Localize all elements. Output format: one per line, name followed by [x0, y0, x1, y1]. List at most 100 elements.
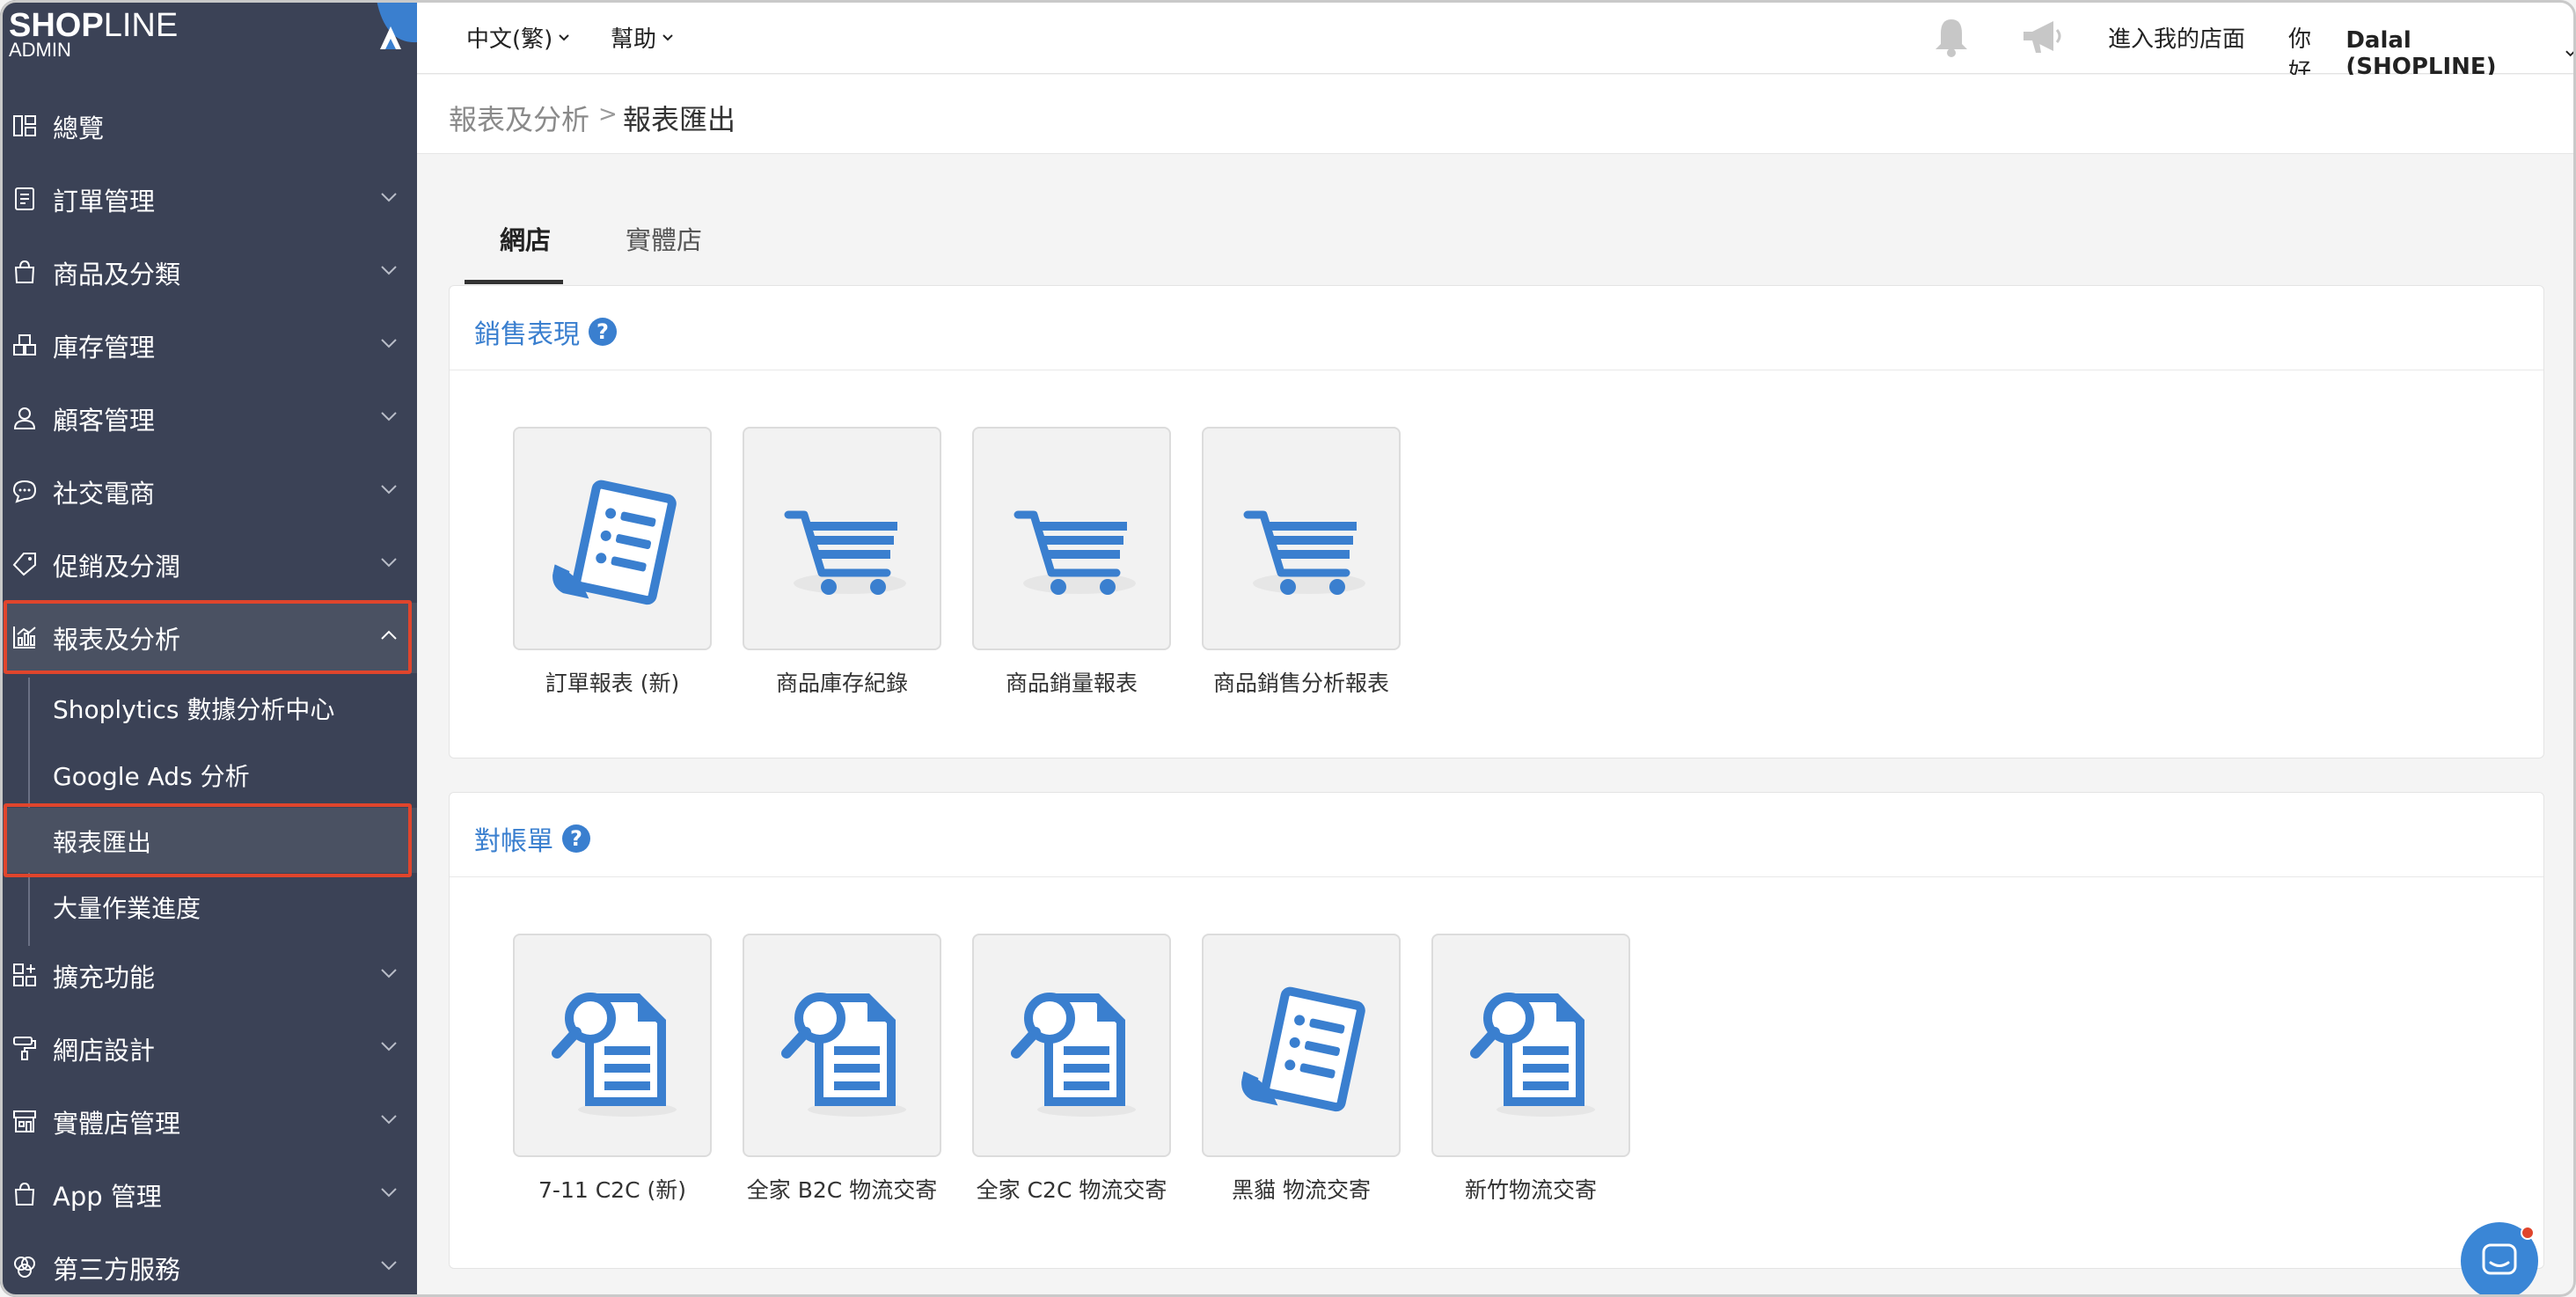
help-icon[interactable]: ? [589, 318, 617, 346]
tag-icon [12, 553, 36, 576]
sidebar-subitem-google-ads[interactable]: Google Ads 分析 [0, 742, 417, 807]
section-title-text: 對帳單 [474, 826, 553, 857]
document-search-icon [1458, 976, 1607, 1125]
bell-icon[interactable] [1932, 16, 1971, 58]
sidebar-item-store-design[interactable]: 網店設計 [0, 1014, 417, 1084]
sidebar-subitem-report-export[interactable]: 報表匯出 [0, 808, 417, 873]
app-bag-icon [14, 1182, 35, 1205]
report-tile-black-cat[interactable] [1202, 934, 1401, 1157]
notification-dot [2521, 1226, 2535, 1240]
sidebar-item-orders[interactable]: 訂單管理 [0, 165, 417, 235]
tile-label: 7-11 C2C (新) [538, 1177, 686, 1203]
breadcrumb: 報表及分析 > 報表匯出 [417, 75, 2576, 154]
chevron-down-icon [381, 1188, 397, 1198]
sidebar-item-reports[interactable]: 報表及分析 [0, 603, 417, 673]
sidebar-item-customers[interactable]: 顧客管理 [0, 384, 417, 454]
chevron-down-icon [381, 193, 397, 202]
chevron-down-icon [381, 1115, 397, 1125]
inventory-icon [13, 334, 36, 355]
breadcrumb-parent[interactable]: 報表及分析 [449, 98, 589, 138]
help-icon[interactable]: ? [562, 824, 590, 853]
sidebar-item-label: 實體店管理 [53, 1109, 181, 1139]
sidebar-item-label: 社交電商 [53, 479, 156, 509]
section-title: 對帳單 ? [474, 819, 590, 858]
section-header: 銷售表現 ? [450, 286, 2543, 370]
breadcrumb-current: 報表匯出 [623, 103, 736, 136]
sidebar-item-label: 訂單管理 [53, 187, 156, 216]
section-reconciliation: 對帳單 ? 7-11 C2C (新) 全家 B2C 物流交寄 全家 C2C 物流… [449, 792, 2544, 1269]
language-label: 中文(繁) [466, 26, 553, 53]
sidebar-item-label: 擴充功能 [53, 963, 156, 993]
user-icon [13, 407, 36, 429]
report-tile-family-b2c[interactable] [743, 934, 941, 1157]
tile-label: 新竹物流交寄 [1464, 1177, 1597, 1203]
sidebar: SHOPLINE ADMIN 總覽 訂單管理 商品及分類 庫存管理 顧客管理 社… [0, 0, 417, 1297]
top-bar: 中文(繁) 幫助 進入我的店面 你好, Dalal (SHOPLINE) [417, 0, 2576, 85]
report-tile-order-report[interactable] [513, 427, 712, 650]
sidebar-item-overview[interactable]: 總覽 [0, 92, 417, 162]
sidebar-item-inventory[interactable]: 庫存管理 [0, 311, 417, 381]
sidebar-item-products[interactable]: 商品及分類 [0, 238, 417, 308]
sidebar-item-label: 顧客管理 [53, 406, 156, 436]
tile-label: 商品銷售分析報表 [1212, 670, 1389, 696]
report-tile-sales-volume[interactable] [972, 427, 1171, 650]
dashboard-icon [13, 115, 36, 136]
sidebar-item-label: App 管理 [53, 1182, 162, 1212]
tab-retail-store[interactable]: 實體店 [626, 220, 702, 257]
sidebar-item-extensions[interactable]: 擴充功能 [0, 941, 417, 1011]
report-tile-family-c2c[interactable] [972, 934, 1171, 1157]
sidebar-item-app-management[interactable]: App 管理 [0, 1160, 417, 1230]
tab-online-store[interactable]: 網店 [500, 220, 551, 257]
sidebar-item-label: 商品及分類 [53, 260, 181, 289]
sidebar-item-label: 促銷及分潤 [53, 552, 181, 582]
chevron-up-icon [381, 630, 397, 640]
chevron-down-icon [381, 558, 397, 568]
section-sales-performance: 銷售表現 ? 訂單報表 (新) 商品庫存紀錄 商品銷量報表 商品銷售分析報表 [449, 285, 2544, 758]
tile-label: 全家 C2C 物流交寄 [976, 1177, 1167, 1203]
section-title-text: 銷售表現 [474, 319, 580, 350]
section-header: 對帳單 ? [450, 793, 2543, 877]
sidebar-subitem-label: Shoplytics 數據分析中心 [53, 695, 335, 724]
enter-store-link[interactable]: 進入我的店面 [2108, 21, 2245, 54]
report-tile-sales-analysis[interactable] [1202, 427, 1401, 650]
chevron-down-icon [381, 266, 397, 275]
chevron-down-icon [381, 412, 397, 421]
sidebar-subitem-shoplytics[interactable]: Shoplytics 數據分析中心 [0, 675, 417, 740]
tile-label: 商品銷量報表 [1005, 670, 1138, 696]
breadcrumb-separator: > [598, 101, 618, 128]
chat-icon [12, 480, 37, 503]
sidebar-item-retail-store[interactable]: 實體店管理 [0, 1087, 417, 1157]
brand-sub: ADMIN [9, 39, 71, 61]
tile-label: 訂單報表 (新) [545, 670, 680, 696]
sidebar-item-third-party[interactable]: 第三方服務 [0, 1233, 417, 1297]
report-tile-711-c2c[interactable] [513, 934, 712, 1157]
sidebar-item-social-commerce[interactable]: 社交電商 [0, 457, 417, 527]
chat-bubble-icon [2482, 1243, 2517, 1275]
help-label: 幫助 [611, 26, 657, 53]
help-menu[interactable]: 幫助 [611, 21, 674, 54]
tile-label: 黑貓 物流交寄 [1232, 1177, 1371, 1203]
cart-icon [769, 469, 918, 619]
chevron-down-icon [381, 339, 397, 348]
report-tile-inventory-log[interactable] [743, 427, 941, 650]
chevron-down-icon [381, 969, 397, 978]
report-tile-hct[interactable] [1431, 934, 1630, 1157]
active-tab-indicator [465, 280, 563, 284]
chevron-down-icon [2565, 50, 2575, 57]
document-search-icon [769, 976, 918, 1125]
language-selector[interactable]: 中文(繁) [466, 21, 570, 54]
document-search-icon [999, 976, 1148, 1125]
tile-label: 全家 B2C 物流交寄 [746, 1177, 938, 1203]
receipt-icon [539, 469, 689, 619]
tile-label: 商品庫存紀錄 [775, 670, 908, 696]
receipt-icon [1228, 976, 1378, 1125]
sidebar-item-promotions[interactable]: 促銷及分潤 [0, 530, 417, 600]
user-name: Dalal (SHOPLINE) [2345, 27, 2497, 80]
sidebar-subitem-label: 大量作業進度 [53, 894, 201, 923]
sidebar-item-label: 總覽 [53, 114, 105, 143]
sidebar-subitem-bulk-jobs[interactable]: 大量作業進度 [0, 874, 417, 939]
paint-roller-icon [13, 1037, 36, 1060]
megaphone-icon[interactable] [2020, 18, 2064, 56]
sidebar-item-label: 庫存管理 [53, 333, 156, 363]
order-icon [15, 187, 34, 210]
